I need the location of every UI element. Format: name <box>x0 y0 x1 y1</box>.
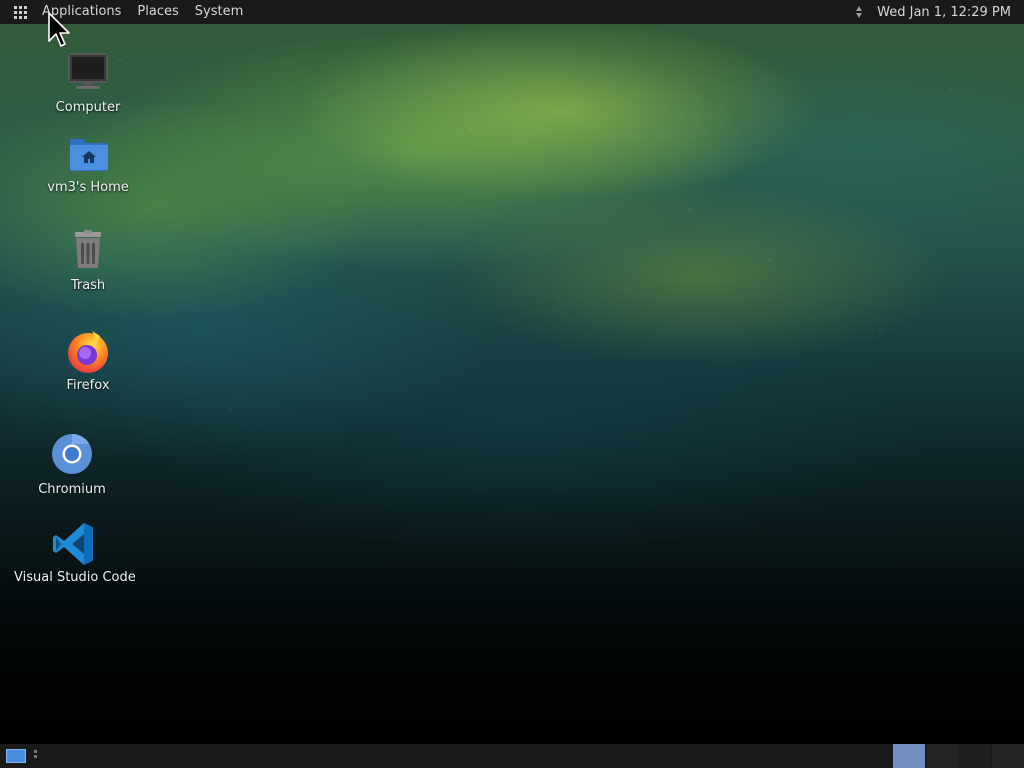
trash-icon <box>75 230 101 268</box>
panel-handle-icon[interactable] <box>34 750 38 762</box>
desktop-icon-computer[interactable]: Computer <box>28 50 148 116</box>
top-panel-tray: Wed Jan 1, 12:29 PM <box>855 5 1024 20</box>
workspace-4[interactable] <box>992 744 1024 768</box>
bottom-panel <box>0 744 1024 768</box>
top-panel: Applications Places System Wed Jan 1, 12… <box>0 0 1024 24</box>
system-menu[interactable]: System <box>187 0 251 24</box>
desktop-icon-label: Trash <box>70 278 106 293</box>
show-desktop-button[interactable] <box>6 749 26 763</box>
vscode-icon <box>53 523 93 565</box>
desktop-icon-firefox[interactable]: Firefox <box>28 328 148 394</box>
desktop-icon-label: Visual Studio Code <box>14 570 136 585</box>
workspace-2[interactable] <box>926 744 958 768</box>
workspace-3[interactable] <box>959 744 991 768</box>
desktop-icon-home[interactable]: vm3's Home <box>28 130 148 196</box>
desktop[interactable]: Applications Places System Wed Jan 1, 12… <box>0 0 1024 768</box>
desktop-icon-label: Firefox <box>66 378 110 393</box>
home-folder-icon <box>70 139 108 171</box>
workspace-1[interactable] <box>893 744 925 768</box>
firefox-icon <box>68 331 108 373</box>
mouse-cursor-icon <box>48 12 70 47</box>
applications-grid-icon[interactable] <box>14 5 27 19</box>
desktop-icon-label: Computer <box>55 100 121 115</box>
desktop-icon-vscode[interactable]: Visual Studio Code <box>14 520 136 586</box>
desktop-icon-label: vm3's Home <box>47 180 129 195</box>
volume-icon[interactable] <box>855 5 863 19</box>
desktop-icon-trash[interactable]: Trash <box>28 228 148 294</box>
computer-icon <box>68 53 108 89</box>
desktop-icon-label: Chromium <box>38 482 106 497</box>
clock[interactable]: Wed Jan 1, 12:29 PM <box>877 5 1011 20</box>
places-menu[interactable]: Places <box>129 0 186 24</box>
chromium-icon <box>52 434 92 474</box>
desktop-icon-chromium[interactable]: Chromium <box>12 432 132 498</box>
